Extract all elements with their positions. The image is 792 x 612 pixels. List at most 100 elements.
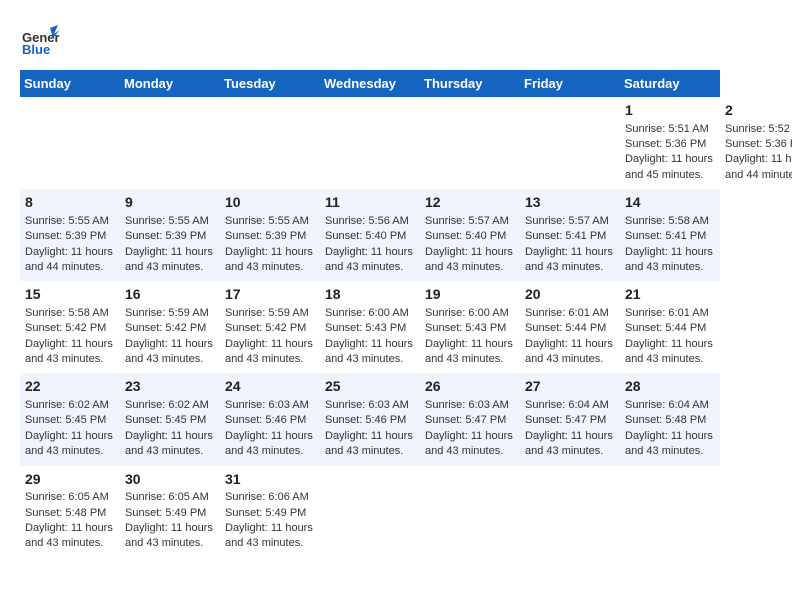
sunrise-info: Sunrise: 5:52 AMSunset: 5:36 PMDaylight:… [725, 123, 792, 181]
calendar-cell: 21Sunrise: 6:01 AMSunset: 5:44 PMDayligh… [620, 281, 720, 373]
sunrise-info: Sunrise: 6:04 AMSunset: 5:47 PMDaylight:… [525, 399, 613, 457]
day-number: 27 [525, 377, 615, 397]
calendar-header-row: SundayMondayTuesdayWednesdayThursdayFrid… [20, 70, 792, 97]
calendar-cell [620, 466, 720, 558]
week-row-2: 8Sunrise: 5:55 AMSunset: 5:39 PMDaylight… [20, 189, 792, 281]
sunrise-info: Sunrise: 5:55 AMSunset: 5:39 PMDaylight:… [25, 215, 113, 273]
calendar-cell [320, 97, 420, 189]
sunrise-info: Sunrise: 6:02 AMSunset: 5:45 PMDaylight:… [125, 399, 213, 457]
calendar-cell: 15Sunrise: 5:58 AMSunset: 5:42 PMDayligh… [20, 281, 120, 373]
day-number: 11 [325, 193, 415, 213]
week-row-5: 29Sunrise: 6:05 AMSunset: 5:48 PMDayligh… [20, 466, 792, 558]
header-tuesday: Tuesday [220, 70, 320, 97]
day-number: 17 [225, 285, 315, 305]
calendar-cell: 25Sunrise: 6:03 AMSunset: 5:46 PMDayligh… [320, 373, 420, 465]
sunrise-info: Sunrise: 5:57 AMSunset: 5:40 PMDaylight:… [425, 215, 513, 273]
day-number: 21 [625, 285, 715, 305]
sunrise-info: Sunrise: 5:59 AMSunset: 5:42 PMDaylight:… [225, 307, 313, 365]
sunrise-info: Sunrise: 6:03 AMSunset: 5:46 PMDaylight:… [325, 399, 413, 457]
calendar-cell: 26Sunrise: 6:03 AMSunset: 5:47 PMDayligh… [420, 373, 520, 465]
calendar-cell: 30Sunrise: 6:05 AMSunset: 5:49 PMDayligh… [120, 466, 220, 558]
calendar-cell [520, 466, 620, 558]
logo-icon: General Blue [20, 20, 60, 60]
sunrise-info: Sunrise: 6:00 AMSunset: 5:43 PMDaylight:… [425, 307, 513, 365]
header-thursday: Thursday [420, 70, 520, 97]
calendar-cell: 22Sunrise: 6:02 AMSunset: 5:45 PMDayligh… [20, 373, 120, 465]
day-number: 19 [425, 285, 515, 305]
sunrise-info: Sunrise: 5:55 AMSunset: 5:39 PMDaylight:… [225, 215, 313, 273]
calendar-cell: 10Sunrise: 5:55 AMSunset: 5:39 PMDayligh… [220, 189, 320, 281]
header-monday: Monday [120, 70, 220, 97]
day-number: 28 [625, 377, 715, 397]
svg-text:Blue: Blue [22, 42, 50, 57]
day-number: 25 [325, 377, 415, 397]
calendar-cell: 9Sunrise: 5:55 AMSunset: 5:39 PMDaylight… [120, 189, 220, 281]
calendar-cell: 1Sunrise: 5:51 AMSunset: 5:36 PMDaylight… [620, 97, 720, 189]
sunrise-info: Sunrise: 6:04 AMSunset: 5:48 PMDaylight:… [625, 399, 713, 457]
week-row-4: 22Sunrise: 6:02 AMSunset: 5:45 PMDayligh… [20, 373, 792, 465]
sunrise-info: Sunrise: 6:06 AMSunset: 5:49 PMDaylight:… [225, 491, 313, 549]
week-row-1: 1Sunrise: 5:51 AMSunset: 5:36 PMDaylight… [20, 97, 792, 189]
calendar-cell: 17Sunrise: 5:59 AMSunset: 5:42 PMDayligh… [220, 281, 320, 373]
day-number: 23 [125, 377, 215, 397]
day-number: 1 [625, 101, 715, 121]
calendar-cell: 19Sunrise: 6:00 AMSunset: 5:43 PMDayligh… [420, 281, 520, 373]
day-number: 8 [25, 193, 115, 213]
day-number: 20 [525, 285, 615, 305]
day-number: 29 [25, 470, 115, 490]
sunrise-info: Sunrise: 6:01 AMSunset: 5:44 PMDaylight:… [525, 307, 613, 365]
day-number: 2 [725, 101, 792, 121]
sunrise-info: Sunrise: 5:55 AMSunset: 5:39 PMDaylight:… [125, 215, 213, 273]
sunrise-info: Sunrise: 6:00 AMSunset: 5:43 PMDaylight:… [325, 307, 413, 365]
calendar-cell: 14Sunrise: 5:58 AMSunset: 5:41 PMDayligh… [620, 189, 720, 281]
logo: General Blue [20, 20, 60, 60]
sunrise-info: Sunrise: 6:02 AMSunset: 5:45 PMDaylight:… [25, 399, 113, 457]
calendar-cell: 13Sunrise: 5:57 AMSunset: 5:41 PMDayligh… [520, 189, 620, 281]
sunrise-info: Sunrise: 6:03 AMSunset: 5:47 PMDaylight:… [425, 399, 513, 457]
calendar-cell: 16Sunrise: 5:59 AMSunset: 5:42 PMDayligh… [120, 281, 220, 373]
sunrise-info: Sunrise: 6:03 AMSunset: 5:46 PMDaylight:… [225, 399, 313, 457]
header-wednesday: Wednesday [320, 70, 420, 97]
calendar-cell [20, 97, 120, 189]
day-number: 24 [225, 377, 315, 397]
day-number: 18 [325, 285, 415, 305]
day-number: 16 [125, 285, 215, 305]
sunrise-info: Sunrise: 6:05 AMSunset: 5:48 PMDaylight:… [25, 491, 113, 549]
calendar-cell: 12Sunrise: 5:57 AMSunset: 5:40 PMDayligh… [420, 189, 520, 281]
sunrise-info: Sunrise: 5:58 AMSunset: 5:41 PMDaylight:… [625, 215, 713, 273]
sunrise-info: Sunrise: 6:01 AMSunset: 5:44 PMDaylight:… [625, 307, 713, 365]
day-number: 31 [225, 470, 315, 490]
calendar-cell [420, 466, 520, 558]
calendar-cell: 24Sunrise: 6:03 AMSunset: 5:46 PMDayligh… [220, 373, 320, 465]
week-row-3: 15Sunrise: 5:58 AMSunset: 5:42 PMDayligh… [20, 281, 792, 373]
calendar-cell [420, 97, 520, 189]
calendar-cell: 29Sunrise: 6:05 AMSunset: 5:48 PMDayligh… [20, 466, 120, 558]
calendar-cell [520, 97, 620, 189]
calendar-cell: 23Sunrise: 6:02 AMSunset: 5:45 PMDayligh… [120, 373, 220, 465]
calendar-cell [120, 97, 220, 189]
sunrise-info: Sunrise: 5:56 AMSunset: 5:40 PMDaylight:… [325, 215, 413, 273]
sunrise-info: Sunrise: 6:05 AMSunset: 5:49 PMDaylight:… [125, 491, 213, 549]
day-number: 22 [25, 377, 115, 397]
calendar-cell [320, 466, 420, 558]
page-header: General Blue [20, 20, 772, 60]
header-sunday: Sunday [20, 70, 120, 97]
day-number: 14 [625, 193, 715, 213]
calendar-cell [220, 97, 320, 189]
calendar-cell: 28Sunrise: 6:04 AMSunset: 5:48 PMDayligh… [620, 373, 720, 465]
day-number: 12 [425, 193, 515, 213]
sunrise-info: Sunrise: 5:57 AMSunset: 5:41 PMDaylight:… [525, 215, 613, 273]
header-friday: Friday [520, 70, 620, 97]
sunrise-info: Sunrise: 5:51 AMSunset: 5:36 PMDaylight:… [625, 123, 713, 181]
sunrise-info: Sunrise: 5:58 AMSunset: 5:42 PMDaylight:… [25, 307, 113, 365]
calendar-cell: 8Sunrise: 5:55 AMSunset: 5:39 PMDaylight… [20, 189, 120, 281]
calendar-cell: 2Sunrise: 5:52 AMSunset: 5:36 PMDaylight… [720, 97, 792, 189]
sunrise-info: Sunrise: 5:59 AMSunset: 5:42 PMDaylight:… [125, 307, 213, 365]
day-number: 15 [25, 285, 115, 305]
day-number: 30 [125, 470, 215, 490]
day-number: 13 [525, 193, 615, 213]
calendar-cell: 18Sunrise: 6:00 AMSunset: 5:43 PMDayligh… [320, 281, 420, 373]
calendar-cell: 11Sunrise: 5:56 AMSunset: 5:40 PMDayligh… [320, 189, 420, 281]
day-number: 10 [225, 193, 315, 213]
calendar-cell: 20Sunrise: 6:01 AMSunset: 5:44 PMDayligh… [520, 281, 620, 373]
